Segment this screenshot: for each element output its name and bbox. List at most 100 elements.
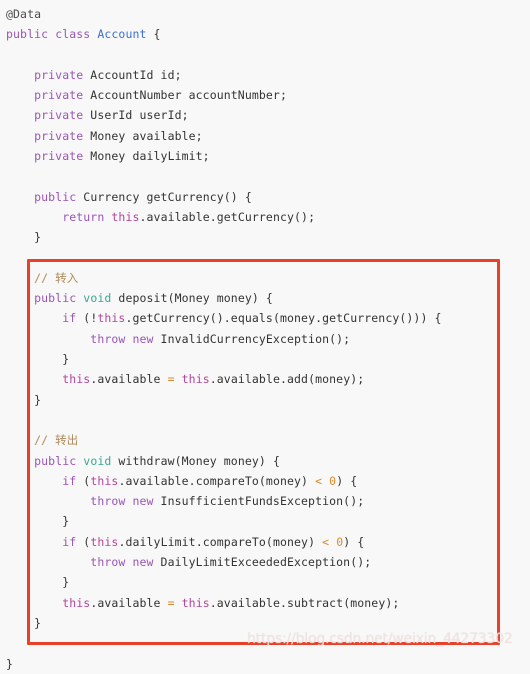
code-token-plain: ) { — [336, 473, 358, 488]
code-line: } — [6, 572, 524, 592]
code-token-plain: UserId userId; — [83, 108, 189, 123]
code-token-kw: private — [34, 67, 84, 82]
code-snippet-image: @Data public class Account { private Acco… — [0, 0, 530, 671]
code-token-anno: @Data — [6, 7, 42, 21]
code-line: if (this.dailyLimit.compareTo(money) < 0… — [6, 532, 524, 552]
code-token-kw: private — [34, 149, 84, 164]
code-line: } — [6, 654, 524, 674]
code-line: // 转出 — [6, 430, 524, 450]
code-token-kw: new — [132, 331, 154, 346]
code-token-plain: Money available; — [83, 128, 203, 143]
code-token-type: Account — [97, 27, 147, 42]
code-token-vtype: void — [83, 291, 112, 306]
code-token-plain: .dailyLimit.compareTo(money) — [118, 534, 323, 549]
code-token-op: = — [167, 595, 175, 610]
code-token-cmt: // 转出 — [34, 433, 79, 448]
code-token-plain: } — [62, 514, 70, 529]
code-token-this: this — [181, 595, 210, 610]
code-token-kw: throw — [90, 331, 126, 346]
code-line: } — [6, 613, 524, 633]
code-token-cmt: // 转入 — [34, 270, 79, 285]
code-token-kw: private — [34, 88, 84, 103]
code-token-plain: } — [34, 230, 42, 245]
code-block: @Data public class Account { private Acco… — [0, 4, 530, 674]
code-token-kw: if — [62, 473, 77, 488]
code-line: // 转入 — [6, 268, 524, 288]
code-token-this: this — [90, 473, 119, 488]
code-token-kw: public — [6, 27, 49, 42]
code-line: public void deposit(Money money) { — [6, 288, 524, 308]
code-token-plain: } — [62, 575, 70, 590]
code-token-plain: AccountId id; — [83, 67, 182, 82]
code-line: throw new InvalidCurrencyException(); — [6, 329, 524, 349]
code-token-kw: return — [62, 209, 105, 224]
code-token-plain: .available.compareTo(money) — [118, 473, 316, 488]
code-line: this.available = this.available.subtract… — [6, 593, 524, 613]
code-line: } — [6, 390, 524, 410]
code-line: throw new DailyLimitExceededException(); — [6, 552, 524, 572]
code-token-kw: if — [62, 534, 77, 549]
code-token-plain: ( — [76, 473, 91, 488]
code-token-plain: deposit(Money money) { — [111, 291, 273, 306]
code-token-this: this — [181, 372, 210, 387]
code-line: public Currency getCurrency() { — [6, 187, 524, 207]
code-token-kw: public — [34, 291, 77, 306]
code-line: if (this.available.compareTo(money) < 0)… — [6, 471, 524, 491]
code-token-this: this — [62, 595, 91, 610]
code-line: this.available = this.available.add(mone… — [6, 369, 524, 389]
code-token-this: this — [97, 311, 126, 326]
code-token-this: this — [90, 534, 119, 549]
code-token-kw: throw — [90, 494, 126, 509]
code-token-plain: .available.subtract(money); — [209, 595, 400, 610]
code-token-plain: } — [6, 656, 14, 671]
code-token-this: this — [111, 209, 140, 224]
code-line: private AccountId id; — [6, 65, 524, 85]
code-token-plain: InsufficientFundsException(); — [153, 494, 365, 509]
code-token-plain: Money dailyLimit; — [83, 149, 210, 164]
code-line: throw new InsufficientFundsException(); — [6, 491, 524, 511]
code-token-plain: } — [34, 615, 42, 630]
code-token-plain: .available — [90, 595, 168, 610]
code-token-plain: Currency getCurrency() { — [76, 189, 252, 204]
code-token-kw: if — [62, 311, 77, 326]
code-token-plain: } — [34, 392, 42, 407]
code-token-kw: private — [34, 128, 84, 143]
code-line: public void withdraw(Money money) { — [6, 451, 524, 471]
code-token-kw: private — [34, 108, 84, 123]
code-token-plain: .available.add(money); — [209, 372, 365, 387]
code-token-plain: (! — [76, 311, 98, 326]
code-token-plain: withdraw(Money money) { — [111, 453, 280, 468]
code-line: private AccountNumber accountNumber; — [6, 85, 524, 105]
code-line: } — [6, 511, 524, 531]
code-token-plain: .getCurrency().equals(money.getCurrency(… — [125, 311, 442, 326]
code-token-plain: AccountNumber accountNumber; — [83, 88, 287, 103]
code-token-plain: DailyLimitExceededException(); — [153, 555, 372, 570]
